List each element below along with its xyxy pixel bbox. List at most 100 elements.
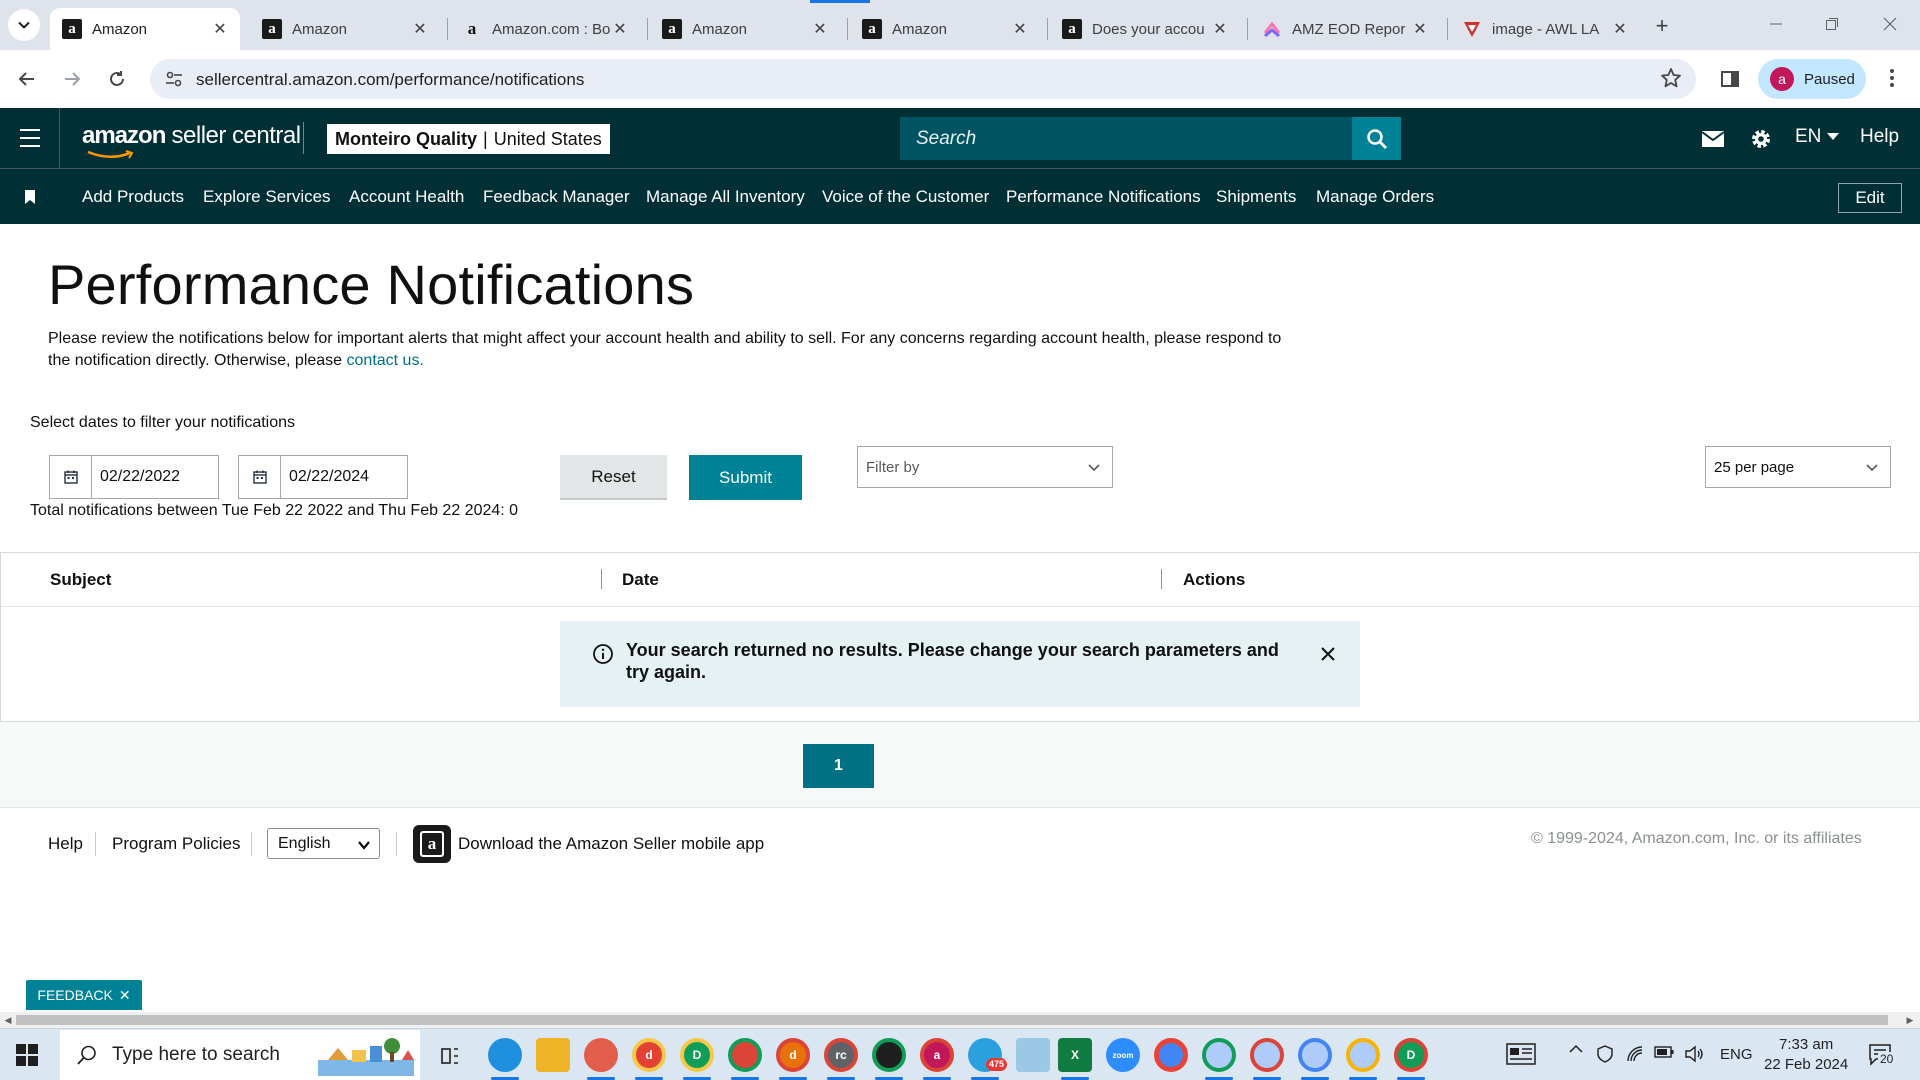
telegram-icon[interactable]: 475 xyxy=(968,1038,1008,1072)
chrome-profile-pink-icon[interactable] xyxy=(728,1038,762,1072)
chrome-profile-person-icon[interactable] xyxy=(1298,1038,1332,1072)
settings-button[interactable] xyxy=(1746,124,1776,154)
browser-tab-5[interactable]: a Amazon ✕ xyxy=(850,8,1040,50)
close-icon[interactable]: ✕ xyxy=(610,19,630,39)
close-window-button[interactable] xyxy=(1870,10,1910,38)
zoom-icon[interactable]: zoom xyxy=(1106,1038,1140,1072)
chrome-profile-orange-icon[interactable]: d xyxy=(776,1038,810,1072)
address-bar[interactable]: sellercentral.amazon.com/performance/not… xyxy=(150,59,1696,99)
file-explorer-icon[interactable] xyxy=(536,1038,570,1072)
chevron-up-icon[interactable] xyxy=(1568,1041,1584,1062)
search-button[interactable] xyxy=(1352,117,1401,160)
language-selector[interactable]: EN xyxy=(1795,126,1840,148)
minimize-button[interactable] xyxy=(1756,10,1796,38)
bookmark-add-products[interactable]: Add Products xyxy=(82,187,184,207)
tab-search-button[interactable] xyxy=(8,9,40,41)
reload-button[interactable] xyxy=(100,62,134,96)
new-tab-button[interactable]: + xyxy=(1648,12,1676,40)
snipping-tool-icon[interactable] xyxy=(584,1038,618,1072)
browser-tab-6[interactable]: a Does your accou ✕ xyxy=(1050,8,1240,50)
close-icon[interactable]: ✕ xyxy=(1610,19,1630,39)
bookmark-star-icon[interactable] xyxy=(1660,67,1682,89)
calendar-icon[interactable] xyxy=(239,456,281,498)
end-date-input[interactable] xyxy=(281,456,401,498)
bookmark-explore-services[interactable]: Explore Services xyxy=(203,187,331,207)
close-icon[interactable]: ✕ xyxy=(119,987,131,1004)
bookmark-manage-orders[interactable]: Manage Orders xyxy=(1316,187,1434,207)
scrollbar-thumb[interactable] xyxy=(16,1015,1888,1025)
store-switcher[interactable]: Monteiro Quality | United States xyxy=(327,124,610,154)
task-view-button[interactable] xyxy=(432,1038,468,1074)
restore-button[interactable] xyxy=(1812,10,1852,38)
close-icon[interactable]: ✕ xyxy=(1410,19,1430,39)
news-widget-icon[interactable] xyxy=(1506,1043,1536,1069)
submit-button[interactable]: Submit xyxy=(689,455,802,500)
close-icon[interactable]: ✕ xyxy=(410,19,430,39)
menu-button[interactable] xyxy=(20,129,40,147)
footer-language-select[interactable]: English xyxy=(267,828,380,859)
site-settings-icon[interactable] xyxy=(164,69,184,89)
browser-tab-4[interactable]: a Amazon ✕ xyxy=(650,8,840,50)
chrome-profile-black-icon[interactable] xyxy=(872,1038,906,1072)
end-date-picker[interactable] xyxy=(238,455,408,499)
browser-tab-8[interactable]: image - AWL LA ✕ xyxy=(1450,8,1640,50)
battery-icon[interactable] xyxy=(1654,1045,1674,1063)
forward-button[interactable] xyxy=(55,62,89,96)
per-page-dropdown[interactable]: 25 per page xyxy=(1705,446,1891,488)
browser-tab-1[interactable]: a Amazon ✕ xyxy=(50,8,240,50)
messages-button[interactable] xyxy=(1698,124,1728,154)
notes-app-icon[interactable] xyxy=(1016,1038,1050,1072)
bookmark-voice-of-the-customer[interactable]: Voice of the Customer xyxy=(822,187,989,207)
taskbar-search[interactable]: Type here to search xyxy=(60,1030,420,1080)
bookmark-shipments[interactable]: Shipments xyxy=(1216,187,1296,207)
column-header-subject[interactable]: Subject xyxy=(50,570,111,590)
close-icon[interactable]: ✕ xyxy=(1010,19,1030,39)
footer-program-policies-link[interactable]: Program Policies xyxy=(112,834,241,854)
scroll-left-icon[interactable]: ◀ xyxy=(2,1014,14,1026)
filter-by-dropdown[interactable]: Filter by xyxy=(857,446,1113,488)
chrome-profile-dark-icon[interactable]: D xyxy=(680,1038,714,1072)
header-help-link[interactable]: Help xyxy=(1860,126,1899,148)
chrome-profile-d-icon[interactable]: d xyxy=(632,1038,666,1072)
security-shield-icon[interactable] xyxy=(1596,1045,1614,1067)
edge-icon[interactable] xyxy=(488,1038,522,1072)
bookmark-account-health[interactable]: Account Health xyxy=(349,187,464,207)
reset-button[interactable]: Reset xyxy=(560,455,667,500)
bookmark-performance-notifications[interactable]: Performance Notifications xyxy=(1006,187,1201,207)
clock[interactable]: 7:33 am 22 Feb 2024 xyxy=(1764,1035,1848,1075)
bookmark-feedback-manager[interactable]: Feedback Manager xyxy=(483,187,629,207)
wifi-icon[interactable] xyxy=(1626,1045,1644,1067)
windows-start-button[interactable] xyxy=(16,1044,38,1066)
chrome-profile-d-green-icon[interactable]: D xyxy=(1394,1038,1428,1072)
amazon-app-icon[interactable]: a xyxy=(413,825,451,863)
back-button[interactable] xyxy=(10,62,44,96)
start-date-input[interactable] xyxy=(92,456,212,498)
seller-central-logo[interactable]: amazon seller central xyxy=(82,122,301,159)
page-button-current[interactable]: 1 xyxy=(803,744,874,788)
chrome-menu-button[interactable] xyxy=(1880,66,1904,90)
scroll-right-icon[interactable]: ▶ xyxy=(1904,1014,1916,1026)
chrome-profile-a-icon[interactable]: a xyxy=(920,1038,954,1072)
browser-tab-7[interactable]: AMZ EOD Repor ✕ xyxy=(1250,8,1440,50)
calendar-icon[interactable] xyxy=(50,456,92,498)
start-date-picker[interactable] xyxy=(49,455,219,499)
chrome-profile-rc-icon[interactable]: rc xyxy=(824,1038,858,1072)
close-icon[interactable]: ✕ xyxy=(810,19,830,39)
close-icon[interactable]: ✕ xyxy=(210,19,230,39)
search-input[interactable] xyxy=(916,127,1352,150)
chrome-profile-person-icon[interactable] xyxy=(1250,1038,1284,1072)
notification-center-button[interactable]: 20 xyxy=(1868,1043,1896,1067)
contact-us-link[interactable]: contact us. xyxy=(347,352,424,369)
volume-icon[interactable] xyxy=(1684,1045,1704,1067)
browser-tab-3[interactable]: a Amazon.com : Bo ✕ xyxy=(450,8,640,50)
edit-bookmarks-button[interactable]: Edit xyxy=(1838,183,1902,213)
bookmark-manage-all-inventory[interactable]: Manage All Inventory xyxy=(646,187,805,207)
input-language[interactable]: ENG xyxy=(1720,1046,1753,1063)
close-icon[interactable]: ✕ xyxy=(1210,19,1230,39)
feedback-button[interactable]: FEEDBACK ✕ xyxy=(26,980,142,1010)
chrome-profile-person-icon[interactable] xyxy=(1202,1038,1236,1072)
footer-help-link[interactable]: Help xyxy=(48,834,83,854)
url-text[interactable]: sellercentral.amazon.com/performance/not… xyxy=(196,70,584,90)
profile-button[interactable]: a Paused xyxy=(1758,59,1866,99)
chrome-icon[interactable] xyxy=(1154,1038,1188,1072)
